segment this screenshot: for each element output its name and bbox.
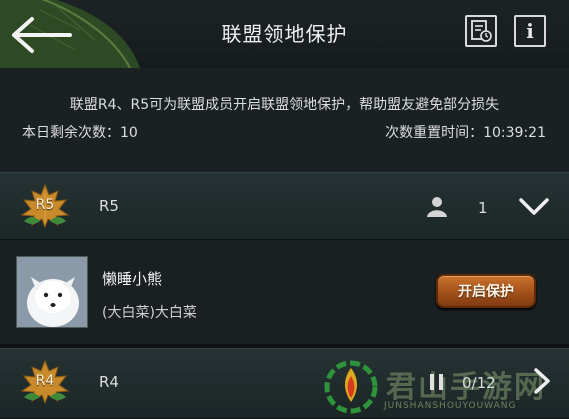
log-clock-icon [471, 20, 492, 42]
rank-badge: R5 [18, 183, 72, 229]
member-count: 1 [478, 199, 488, 217]
rank-name: R5 [99, 197, 119, 215]
remaining-count: 本日剩余次数：10 [22, 125, 138, 141]
header-bar: 联盟领地保护 i [0, 0, 569, 68]
enable-protection-button[interactable]: 开启保护 [436, 274, 536, 308]
rank-row-r5[interactable]: R5 R5 1 [0, 172, 569, 240]
arctic-fox-avatar-icon [17, 257, 87, 327]
chevron-down-icon[interactable] [518, 193, 550, 219]
protection-log-button[interactable] [465, 15, 497, 47]
member-count: 0/12 [462, 374, 496, 392]
reset-time: 次数重置时间：10:39:21 [385, 125, 546, 141]
watermark-logo-icon [324, 360, 378, 414]
info-description: 联盟R4、R5可为联盟成员开启联盟领地保护，帮助盟友避免部分损失 [69, 97, 500, 113]
watermark-subtext: JUNSHANSHOUYOUWANG [384, 401, 517, 411]
chevron-right-icon[interactable] [530, 366, 554, 396]
member-alliance: (大白菜)大白菜 [102, 305, 197, 321]
rank-name: R4 [99, 373, 119, 391]
info-button[interactable]: i [514, 15, 546, 47]
rank-badge: R4 [18, 359, 72, 405]
info-icon: i [526, 19, 534, 43]
info-panel: 联盟R4、R5可为联盟成员开启联盟领地保护，帮助盟友避免部分损失 本日剩余次数：… [0, 68, 569, 172]
person-icon [427, 197, 447, 217]
member-name: 懒睡小熊 [102, 270, 163, 288]
pause-icon [430, 374, 443, 390]
avatar[interactable] [16, 256, 88, 328]
